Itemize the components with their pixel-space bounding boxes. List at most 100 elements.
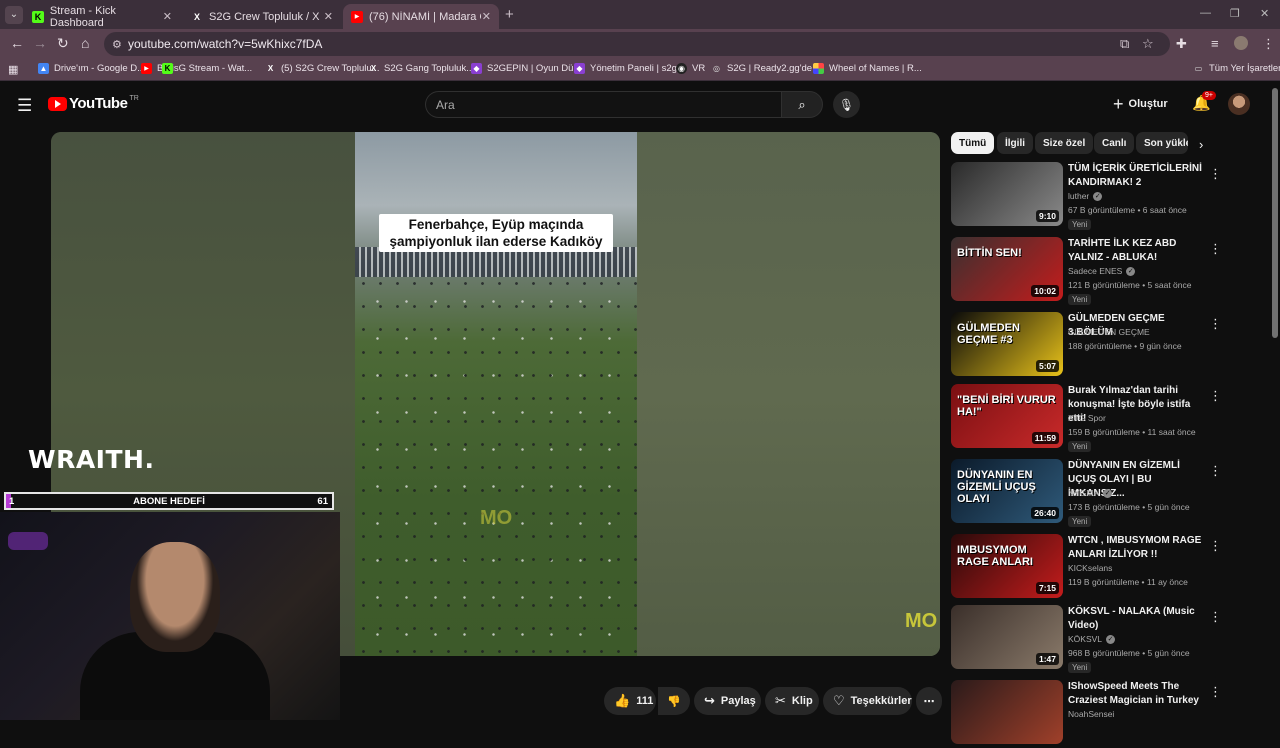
bookmark-star-icon[interactable]: ☆	[1142, 36, 1154, 52]
channel-name[interactable]: GÜLMEDEN GEÇME	[1068, 327, 1150, 337]
video-thumbnail[interactable]	[951, 680, 1063, 744]
more-options-icon[interactable]: ⋮	[1209, 241, 1222, 257]
profile-avatar[interactable]	[1234, 36, 1248, 50]
channel-name[interactable]: NoahSensei	[1068, 709, 1114, 719]
clip-button[interactable]: ✂ Klip	[765, 687, 819, 715]
window-close-icon[interactable]: ✕	[1260, 7, 1269, 20]
more-options-icon[interactable]: ⋮	[1209, 609, 1222, 625]
video-thumbnail[interactable]: GÜLMEDEN GEÇME #3 5:07	[951, 312, 1063, 376]
tab-close-icon[interactable]: ✕	[482, 10, 491, 23]
browser-tab-kick[interactable]: K Stream - Kick Dashboard ✕	[24, 4, 180, 29]
tab-close-icon[interactable]: ✕	[324, 10, 333, 23]
account-avatar[interactable]	[1228, 93, 1250, 115]
create-button[interactable]: + Oluştur	[1113, 94, 1168, 114]
browser-tab-x[interactable]: X S2G Crew Topluluk / X ✕	[183, 4, 341, 29]
site-info-icon[interactable]: ⚙	[112, 38, 122, 51]
video-thumbnail[interactable]: IMBUSYMOM RAGE ANLARI 7:15	[951, 534, 1063, 598]
bookmark-item[interactable]: ◆ Yönetim Paneli | s2g...	[574, 63, 685, 74]
new-tab-icon[interactable]: +	[505, 6, 514, 23]
search-button[interactable]: ⌕	[781, 91, 823, 118]
bookmark-item[interactable]: KBarisG Stream - Wat...	[162, 63, 178, 74]
voice-search-button[interactable]: 🎙	[833, 91, 860, 118]
recommended-video[interactable]: DÜNYANIN EN GİZEMLİ UÇUŞ OLAYI 26:40 DÜN…	[951, 459, 1271, 527]
video-title[interactable]: TARİHTE İLK KEZ ABD YALNIZ - ABLUKA!	[1068, 237, 1206, 265]
video-title[interactable]: WTCN , IMBUSYMOM RAGE ANLARI İZLİYOR !!	[1068, 534, 1206, 562]
chip-related[interactable]: İlgili	[997, 132, 1033, 154]
recommended-video[interactable]: 1:47 KÖKSVL - NALAKA (Music Video) KÖKSV…	[951, 605, 1271, 673]
bookmark-item[interactable]: ◆ S2GEPIN | Oyun Dü...	[471, 63, 581, 74]
forward-icon[interactable]: →	[33, 35, 47, 51]
recommended-video[interactable]: "BENİ BİRİ VURUR HA!" 11:59 Burak Yılmaz…	[951, 384, 1271, 452]
recommended-video[interactable]: GÜLMEDEN GEÇME #3 5:07 GÜLMEDEN GEÇME 3.…	[951, 312, 1271, 380]
video-title[interactable]: KÖKSVL - NALAKA (Music Video)	[1068, 605, 1206, 633]
bookmark-item[interactable]: ◉ VR	[676, 63, 705, 74]
more-options-icon[interactable]: ⋮	[1209, 538, 1222, 554]
pitch-crowd	[355, 272, 637, 656]
tab-close-icon[interactable]: ✕	[163, 10, 172, 23]
extensions-icon[interactable]: ✚	[1176, 36, 1187, 52]
recommended-video[interactable]: IMBUSYMOM RAGE ANLARI 7:15 WTCN , IMBUSY…	[951, 534, 1271, 602]
video-meta: 173 B görüntüleme • 5 gün önce	[1068, 502, 1190, 512]
menu-icon[interactable]: ⋮	[1262, 36, 1275, 52]
home-icon[interactable]: ⌂	[81, 35, 89, 51]
more-options-icon[interactable]: ⋮	[1209, 684, 1222, 700]
more-options-icon[interactable]: ⋮	[1209, 316, 1222, 332]
chip-for-you[interactable]: Size özel	[1035, 132, 1094, 154]
tab-search-button[interactable]: ⌄	[5, 5, 23, 24]
more-options-icon[interactable]: ⋮	[1209, 388, 1222, 404]
chip-all[interactable]: Tümü	[951, 132, 995, 154]
youtube-logo[interactable]: YouTube TR	[48, 95, 139, 112]
channel-name[interactable]: Sadece ENES ✓	[1068, 266, 1136, 276]
page-scrollbar[interactable]	[1272, 88, 1278, 338]
recommended-video[interactable]: 9:10 TÜM İÇERİK ÜRETİCİLERİNİ KANDIRMAK!…	[951, 162, 1271, 230]
share-icon: ↪	[704, 693, 715, 708]
video-thumbnail[interactable]: 9:10	[951, 162, 1063, 226]
browser-toolbar: ← → ↻ ⌂ ⚙ youtube.com/watch?v=5wKhixc7fD…	[0, 29, 1280, 59]
channel-name[interactable]: NYGMA ✓	[1068, 488, 1113, 498]
like-button[interactable]: 👍 111	[604, 687, 656, 715]
channel-name[interactable]: KÖKSVL ✓	[1068, 634, 1116, 644]
browser-tab-youtube[interactable]: ▶ (76) NİNAMİ | Madara Olduk # ✕	[343, 4, 499, 29]
dislike-button[interactable]: 👎	[658, 687, 690, 715]
bookmark-item[interactable]: ◎ S2G | Ready2.gg'de...	[711, 63, 820, 74]
install-icon[interactable]: ⧉	[1120, 36, 1129, 52]
reload-icon[interactable]: ↻	[57, 35, 69, 52]
thanks-button[interactable]: ♡ Teşekkürler	[823, 687, 912, 715]
address-bar[interactable]: ⚙ youtube.com/watch?v=5wKhixc7fDA ⧉ ☆	[104, 32, 1170, 56]
bookmark-item[interactable]: X S2G Gang Topluluk...	[368, 63, 474, 74]
guide-menu-icon[interactable]: ☰	[17, 96, 32, 116]
video-thumbnail[interactable]: DÜNYANIN EN GİZEMLİ UÇUŞ OLAYI 26:40	[951, 459, 1063, 523]
more-options-icon[interactable]: ⋮	[1209, 166, 1222, 182]
apps-grid-icon[interactable]: ▦	[8, 63, 18, 76]
reading-list-icon[interactable]: ≡	[1211, 36, 1219, 51]
bookmark-item[interactable]: ▶ BarisG Stream - Wat...	[141, 63, 252, 74]
more-options-icon[interactable]: ⋮	[1209, 463, 1222, 479]
video-caption: Fenerbahçe, Eyüp maçında şampiyonluk ila…	[379, 214, 613, 252]
bookmark-item[interactable]: Wheel of Names | R...	[813, 63, 922, 74]
maximize-icon[interactable]: ❐	[1230, 7, 1240, 20]
recommended-video[interactable]: BİTTİN SEN! 10:02 TARİHTE İLK KEZ ABD YA…	[951, 237, 1271, 305]
all-bookmarks[interactable]: ▭ Tüm Yer İşaretleri	[1193, 63, 1280, 74]
video-blur-right	[637, 132, 940, 656]
chevron-right-icon[interactable]: ›	[1199, 137, 1203, 152]
minimize-icon[interactable]: —	[1200, 7, 1211, 19]
channel-name[interactable]: luther ✓	[1068, 191, 1103, 201]
chip-live[interactable]: Canlı	[1094, 132, 1135, 154]
channel-name[interactable]: XTG Spor	[1068, 413, 1106, 423]
channel-name[interactable]: KICKselans	[1068, 563, 1112, 573]
recommended-video[interactable]: IShowSpeed Meets The Craziest Magician i…	[951, 680, 1271, 748]
bookmark-item[interactable]: X (5) S2G Crew Toplulu...	[265, 63, 380, 74]
back-icon[interactable]: ←	[10, 35, 24, 51]
chip-recent[interactable]: Son yükle	[1136, 132, 1188, 154]
video-title[interactable]: IShowSpeed Meets The Craziest Magician i…	[1068, 680, 1206, 708]
search-input[interactable]: Ara	[425, 91, 781, 118]
video-thumbnail[interactable]: BİTTİN SEN! 10:02	[951, 237, 1063, 301]
more-actions-button[interactable]: ⋯	[916, 687, 942, 715]
drive-icon: ▲	[38, 63, 49, 74]
bookmark-item[interactable]: ▲ Drive'ım - Google D...	[38, 63, 145, 74]
video-title[interactable]: TÜM İÇERİK ÜRETİCİLERİNİ KANDIRMAK! 2	[1068, 162, 1206, 190]
tab-title: Stream - Kick Dashboard	[49, 4, 116, 29]
share-button[interactable]: ↪ Paylaş	[694, 687, 761, 715]
video-thumbnail[interactable]: "BENİ BİRİ VURUR HA!" 11:59	[951, 384, 1063, 448]
video-thumbnail[interactable]: 1:47	[951, 605, 1063, 669]
